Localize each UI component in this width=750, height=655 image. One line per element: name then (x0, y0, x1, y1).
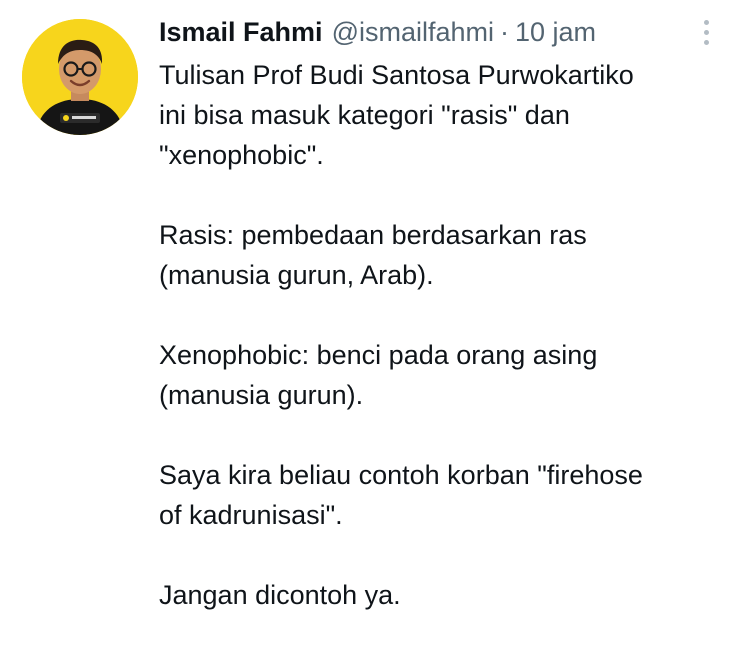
tweet-line: Rasis: pembedaan berdasarkan ras (159, 220, 587, 250)
tweet-paragraph: Jangan dicontoh ya. (159, 575, 739, 615)
author-name[interactable]: Ismail Fahmi (159, 12, 323, 52)
tweet-line: Xenophobic: benci pada orang asing (159, 340, 598, 370)
avatar[interactable] (22, 19, 138, 135)
tweet-line: Jangan dicontoh ya. (159, 580, 401, 610)
tweet-line: ini bisa masuk kategori "rasis" dan (159, 100, 570, 130)
tweet-line: (manusia gurun, Arab). (159, 260, 434, 290)
separator-dot: · (500, 17, 509, 47)
tweet-paragraph: Xenophobic: benci pada orang asing (manu… (159, 335, 739, 415)
tweet-card[interactable]: Ismail Fahmi @ismailfahmi · 10 jam Tulis… (0, 0, 750, 642)
tweet-line: Tulisan Prof Budi Santosa Purwokartiko (159, 60, 634, 90)
tweet-text: Tulisan Prof Budi Santosa Purwokartiko i… (159, 55, 739, 655)
tweet-line: of kadrunisasi". (159, 500, 343, 530)
avatar-photo (22, 19, 138, 135)
author-handle[interactable]: @ismailfahmi (332, 12, 494, 52)
tweet-header: Ismail Fahmi @ismailfahmi · 10 jam (159, 12, 596, 52)
tweet-paragraph: Tulisan Prof Budi Santosa Purwokartiko i… (159, 55, 739, 175)
more-vertical-icon[interactable] (694, 14, 718, 50)
tweet-line: (manusia gurun). (159, 380, 364, 410)
tweet-paragraph: Saya kira beliau contoh korban "firehose… (159, 455, 739, 535)
tweet-line: Saya kira beliau contoh korban "firehose (159, 460, 643, 490)
tweet-line: "xenophobic". (159, 140, 324, 170)
tweet-paragraph: Rasis: pembedaan berdasarkan ras (manusi… (159, 215, 739, 295)
tweet-timestamp[interactable]: 10 jam (515, 12, 596, 52)
